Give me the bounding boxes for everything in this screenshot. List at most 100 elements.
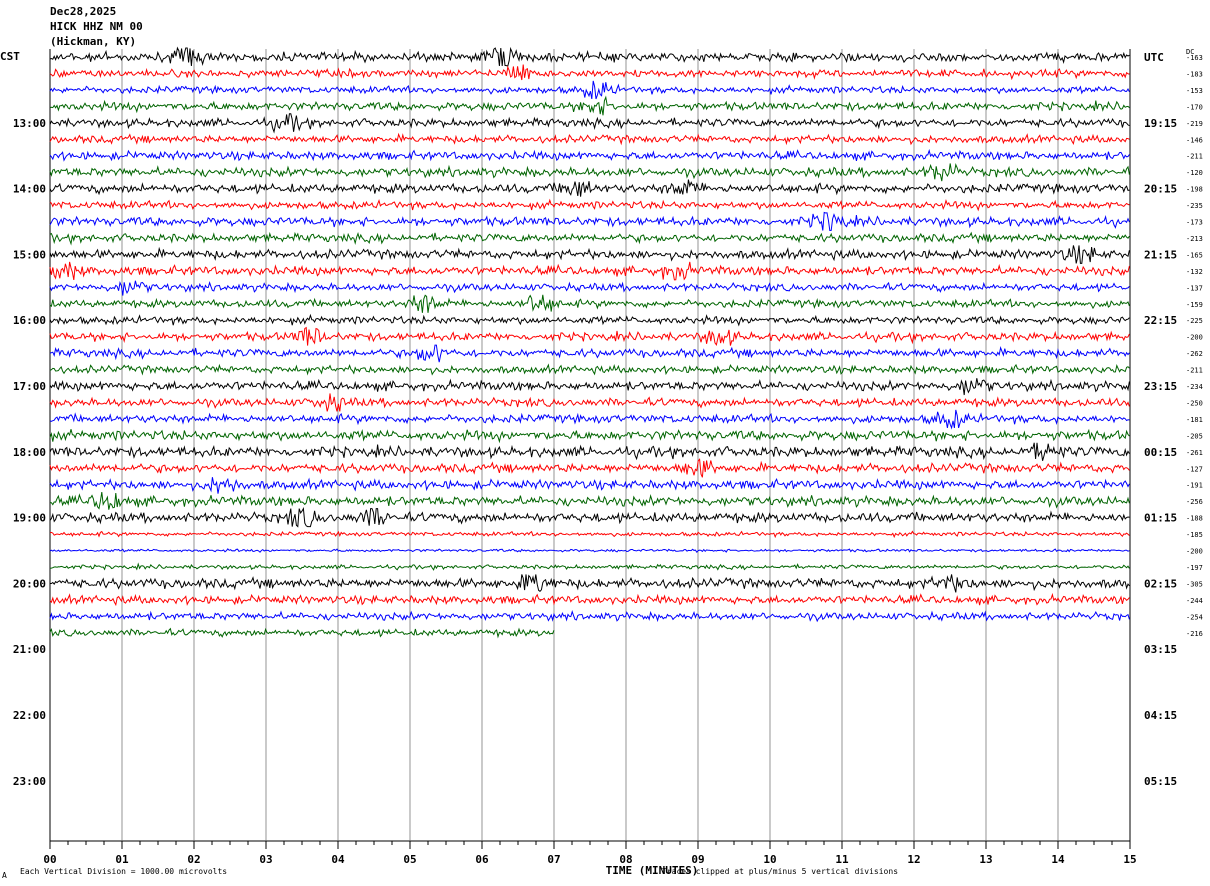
dc-offset-label: -211 [1186, 367, 1203, 375]
right-hour-label: 22:15 [1144, 314, 1177, 327]
dc-offset-label: -127 [1186, 465, 1203, 473]
dc-offset-label: -211 [1186, 153, 1203, 161]
trace-row-30 [49, 548, 1130, 554]
dc-offset-label: -235 [1186, 202, 1203, 210]
dc-offset-label: -197 [1186, 564, 1203, 572]
trace-row-28 [49, 506, 1130, 528]
seismic-traces [49, 46, 1130, 639]
trace-row-2 [49, 80, 1130, 100]
trace-row-20 [49, 378, 1130, 396]
dc-offset-label: -261 [1186, 449, 1203, 457]
trace-row-0 [49, 46, 1130, 67]
trace-row-26 [49, 477, 1130, 494]
right-hour-label: 02:15 [1144, 577, 1177, 590]
dc-offset-label: -165 [1186, 251, 1203, 259]
trace-row-29 [49, 530, 1130, 539]
trace-row-7 [49, 163, 1130, 182]
right-hour-label: 21:15 [1144, 248, 1177, 261]
scale-note: Each Vertical Division = 1000.00 microvo… [20, 867, 228, 876]
trace-row-32 [50, 574, 1130, 593]
dc-offset-label: -254 [1186, 613, 1203, 621]
x-tick-label: 11 [835, 853, 849, 866]
dc-offset-label: -132 [1186, 268, 1203, 276]
left-hour-label: 22:00 [13, 709, 46, 722]
right-hour-label: UTC [1144, 51, 1164, 64]
x-tick-label: 06 [475, 853, 489, 866]
trace-row-23 [49, 428, 1130, 444]
trace-row-25 [49, 458, 1130, 478]
right-hour-label: 05:15 [1144, 775, 1177, 788]
trace-row-27 [49, 492, 1130, 510]
trace-row-1 [49, 64, 1130, 81]
right-hour-label: 00:15 [1144, 446, 1177, 459]
dc-offset-label: -219 [1186, 120, 1203, 128]
left-hour-label: 19:00 [13, 512, 46, 525]
trace-row-9 [49, 198, 1130, 212]
helicorder-plot: 00 01 02 03 04 05 06 07 08 09 10 11 12 13 14 15TIME (MI… [13, 46, 1203, 877]
dc-offset-label: -234 [1186, 383, 1203, 391]
trace-row-12 [49, 245, 1130, 264]
trace-row-35 [49, 627, 555, 639]
x-tick-label: 13 [979, 853, 992, 866]
trace-row-24 [49, 442, 1130, 461]
dc-offset-label: -183 [1186, 70, 1203, 78]
trace-row-10 [49, 211, 1130, 232]
dc-offset-label: -173 [1186, 219, 1203, 227]
trace-row-4 [49, 113, 1130, 134]
x-tick-label: 10 [763, 853, 776, 866]
x-tick-label: 03 [259, 853, 272, 866]
trace-row-31 [49, 562, 1130, 571]
left-hour-label: 18:00 [13, 446, 46, 459]
x-tick-label: 14 [1051, 853, 1065, 866]
clip-note: Traces clipped at plus/minus 5 vertical … [662, 867, 899, 876]
dc-offset-label: -170 [1186, 103, 1203, 111]
right-hour-label: 19:15 [1144, 117, 1177, 130]
date-label: Dec28,2025 [50, 5, 117, 18]
right-hour-label: 01:15 [1144, 512, 1177, 525]
x-tick-label: 01 [115, 853, 129, 866]
x-tick-label: 15 [1123, 853, 1136, 866]
right-hour-label: 04:15 [1144, 709, 1177, 722]
dc-label: DC [1186, 48, 1195, 56]
dc-offset-label: -181 [1186, 416, 1203, 424]
dc-offset-label: -216 [1186, 630, 1203, 638]
trace-row-21 [49, 393, 1130, 412]
x-tick-label: 05 [403, 853, 416, 866]
trace-row-18 [49, 344, 1130, 363]
left-hour-label: 23:00 [13, 775, 46, 788]
dc-offset-label: -305 [1186, 580, 1203, 588]
trace-row-16 [49, 313, 1130, 327]
trace-row-5 [49, 132, 1130, 146]
dc-offset-label: -262 [1186, 350, 1203, 358]
dc-offset-label: -213 [1186, 235, 1203, 243]
station-label: HICK HHZ NM 00 [50, 20, 143, 33]
dc-offset-label: -146 [1186, 136, 1203, 144]
dc-offset-label: -244 [1186, 597, 1203, 605]
corner-mark: A [2, 871, 7, 880]
dc-offset-label: -256 [1186, 498, 1203, 506]
dc-offset-label: -225 [1186, 317, 1203, 325]
trace-row-6 [49, 148, 1130, 162]
x-tick-label: 00 [43, 853, 56, 866]
dc-offset-label: -191 [1186, 482, 1203, 490]
left-hour-label: 14:00 [13, 183, 46, 196]
right-hour-label: 03:15 [1144, 643, 1177, 656]
trace-row-13 [49, 261, 1130, 281]
left-hour-label: 15:00 [13, 248, 46, 261]
trace-row-15 [49, 294, 1130, 313]
trace-row-22 [49, 409, 1130, 430]
trace-row-19 [49, 363, 1130, 376]
left-hour-label: 17:00 [13, 380, 46, 393]
dc-offset-label: -200 [1186, 334, 1203, 342]
right-hour-label: 20:15 [1144, 183, 1177, 196]
location-label: (Hickman, KY) [50, 35, 137, 48]
trace-row-8 [49, 179, 1130, 197]
dc-offset-label: -159 [1186, 301, 1203, 309]
dc-offset-label: -185 [1186, 531, 1203, 539]
left-hour-label: 16:00 [13, 314, 46, 327]
dc-offset-label: -250 [1186, 399, 1203, 407]
left-timezone-label: CST [0, 50, 20, 63]
left-hour-label: 21:00 [13, 643, 46, 656]
dc-offset-label: -137 [1186, 284, 1203, 292]
dc-offset-label: -188 [1186, 515, 1203, 523]
